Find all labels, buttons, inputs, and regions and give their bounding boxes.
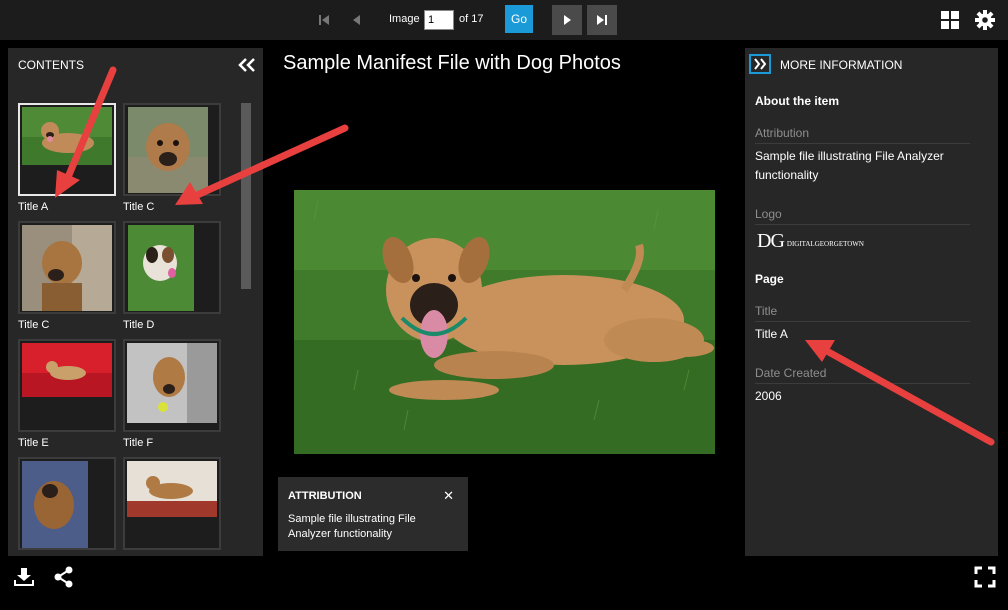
logo-text: DIGITALGEORGETOWN (786, 240, 864, 248)
page-number-input[interactable] (424, 10, 454, 30)
thumbnail-item[interactable]: Title F (123, 339, 221, 449)
page-count-label: of 17 (459, 13, 484, 25)
thumbnail-item[interactable] (18, 457, 116, 555)
settings-gear-icon (975, 10, 995, 30)
title-label: Title (755, 304, 970, 322)
title-value: Title A (755, 327, 788, 341)
thumbnail-item[interactable]: Title C (123, 103, 221, 213)
share-icon (54, 566, 73, 588)
page-heading: Page (755, 272, 784, 286)
next-page-icon (564, 15, 571, 25)
gallery-view-button[interactable] (940, 10, 960, 30)
digital-georgetown-logo[interactable]: DG DIGITALGEORGETOWN (757, 230, 864, 253)
last-page-button[interactable] (587, 5, 617, 35)
thumbnail-frame (18, 221, 116, 314)
double-chevron-left-icon (238, 58, 255, 72)
attribution-popup-title: ATTRIBUTION (288, 490, 362, 502)
attribution-popup: ATTRIBUTION ✕ Sample file illustrating F… (278, 477, 468, 551)
thumbnail-frame (123, 457, 221, 550)
collapse-contents-button[interactable] (237, 56, 257, 74)
thumbnail-frame (123, 339, 221, 432)
thumbnail-item[interactable]: Title A (18, 103, 116, 213)
date-created-label: Date Created (755, 366, 970, 384)
fullscreen-button[interactable] (974, 566, 996, 588)
fullscreen-icon (974, 566, 996, 588)
settings-button[interactable] (975, 10, 995, 30)
thumbnail-caption: Title A (18, 201, 49, 213)
previous-page-button[interactable] (342, 5, 372, 35)
dog-photo-thumbnail (22, 461, 88, 548)
logo-mark: DG (757, 230, 785, 252)
collapse-more-info-button[interactable] (749, 54, 771, 74)
dog-photo-thumbnail (22, 107, 112, 165)
dog-photo-thumbnail (128, 225, 194, 311)
date-created-value: 2006 (755, 389, 782, 403)
thumbnail-frame (18, 457, 116, 550)
thumbnail-frame (18, 339, 116, 432)
thumbnail-caption: Title C (123, 201, 155, 213)
go-button[interactable]: Go (505, 5, 533, 33)
dog-photo-thumbnail (22, 225, 112, 311)
top-toolbar: Image of 17 Go (0, 0, 1008, 40)
first-page-icon (319, 15, 329, 25)
thumbnail-frame (18, 103, 116, 196)
thumbnail-caption: Title E (18, 437, 49, 449)
page-title: Sample Manifest File with Dog Photos (283, 52, 621, 74)
more-info-title: MORE INFORMATION (780, 58, 903, 72)
attribution-value: Sample file illustrating File Analyzer f… (755, 149, 944, 182)
dog-photo-thumbnail (128, 107, 208, 193)
thumbnail-caption: Title C (18, 319, 50, 331)
logo-label: Logo (755, 207, 970, 225)
next-page-button[interactable] (552, 5, 582, 35)
dog-photo-thumbnail (127, 461, 217, 517)
thumbnail-item[interactable]: Title C (18, 221, 116, 331)
thumbnail-item[interactable]: Title D (123, 221, 221, 331)
dog-photo-thumbnail (127, 343, 217, 423)
double-chevron-right-icon (754, 58, 767, 70)
thumbnail-item[interactable] (123, 457, 221, 555)
first-page-button[interactable] (309, 5, 339, 35)
thumbnail-caption: Title F (123, 437, 154, 449)
share-button[interactable] (53, 566, 75, 588)
thumbnail-caption: Title D (123, 319, 155, 331)
previous-page-icon (353, 15, 360, 25)
more-information-panel: MORE INFORMATION About the item Attribut… (745, 48, 998, 556)
thumbnail-item[interactable]: Title E (18, 339, 116, 449)
contents-panel-title: CONTENTS (18, 58, 84, 72)
thumbnail-frame (123, 221, 221, 314)
about-item-heading: About the item (755, 94, 839, 108)
thumbnail-scrollbar[interactable] (241, 103, 251, 289)
close-icon[interactable]: ✕ (443, 488, 454, 504)
last-page-icon (597, 15, 607, 25)
attribution-popup-text: Sample file illustrating File Analyzer f… (288, 513, 416, 540)
thumbnail-frame (123, 103, 221, 196)
contents-panel: CONTENTS Title A Title C Title C Title D… (8, 48, 263, 556)
image-label: Image (389, 13, 420, 25)
download-icon (14, 568, 34, 586)
main-dog-photo[interactable] (294, 190, 715, 454)
viewer-root: Image of 17 Go (0, 0, 1008, 610)
dog-photo-thumbnail (22, 343, 112, 397)
gallery-grid-icon (941, 11, 959, 29)
download-button[interactable] (13, 566, 35, 588)
attribution-label: Attribution (755, 126, 970, 144)
